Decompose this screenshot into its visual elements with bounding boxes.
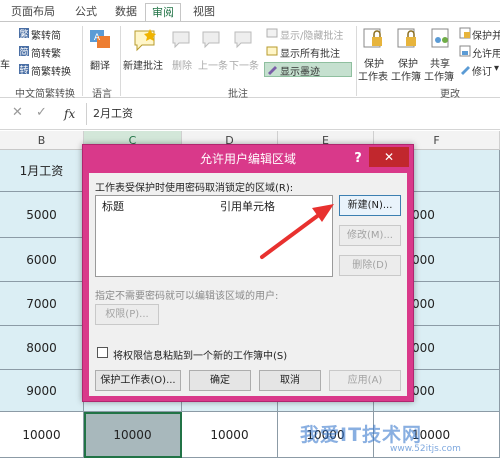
to-traditional-button[interactable]: 简转繁 xyxy=(31,45,61,60)
protect-sheet-label-2[interactable]: 工作表 xyxy=(358,68,388,83)
unlocked-ranges-label: 工作表受保护时使用密码取消锁定的区域(R): xyxy=(95,183,294,194)
show-hide-comment-button[interactable]: 显示/隐藏批注 xyxy=(280,27,343,42)
cancel-button[interactable]: 取消 xyxy=(259,370,321,391)
allow-edit-button[interactable]: 允许用 xyxy=(472,45,500,60)
ranges-listbox[interactable]: 标题 引用单元格 xyxy=(95,195,333,277)
cell-d-7[interactable]: 10000 xyxy=(182,412,278,458)
track-dropdown-icon[interactable]: ▾ xyxy=(494,63,499,74)
svg-text:A: A xyxy=(94,33,101,43)
convert-icon: 转 xyxy=(19,64,29,75)
cell-b-4[interactable]: 7000 xyxy=(0,282,84,326)
track-changes-button[interactable]: 修订 xyxy=(472,63,492,78)
simplified-convert-icon: 繁 xyxy=(19,28,29,39)
prev-comment-icon xyxy=(202,31,220,49)
column-header-b[interactable]: B xyxy=(0,131,84,150)
delete-comment-button[interactable]: 删除 xyxy=(172,57,192,72)
ribbon-separator xyxy=(82,26,83,96)
prev-comment-button[interactable]: 上一条 xyxy=(198,57,228,72)
share-workbook-label-2[interactable]: 工作簿 xyxy=(424,68,454,83)
watermark-text: 我爱IT技术网 xyxy=(300,424,423,446)
watermark-url: www.52itjs.com xyxy=(390,444,461,454)
show-hide-comment-icon xyxy=(266,28,278,38)
cancel-entry-icon[interactable]: ✕ xyxy=(12,105,23,120)
no-password-users-label: 指定不需要密码就可以编辑该区域的用户: xyxy=(95,291,279,302)
cell-b-7[interactable]: 10000 xyxy=(0,412,84,458)
tab-review[interactable]: 审阅 xyxy=(145,3,181,21)
insert-function-icon[interactable]: fx xyxy=(64,107,75,121)
cell-c-7[interactable]: 10000 xyxy=(84,412,182,458)
formula-bar: ✕ ✓ fx 2月工资 xyxy=(0,99,500,130)
group-label-comments: 批注 xyxy=(228,89,248,100)
to-simplified-button[interactable]: 繁转简 xyxy=(31,27,61,42)
cell-b-5[interactable]: 8000 xyxy=(0,326,84,370)
help-icon[interactable]: ? xyxy=(351,150,365,168)
show-all-comments-button[interactable]: 显示所有批注 xyxy=(280,45,340,60)
delete-range-button[interactable]: 删除(D) xyxy=(339,255,401,276)
tab-page-layout[interactable]: 页面布局 xyxy=(4,3,62,21)
tab-formulas[interactable]: 公式 xyxy=(68,3,104,21)
allow-edit-ranges-dialog: 允许用户编辑区域 ? ✕ 工作表受保护时使用密码取消锁定的区域(R): 标题 引… xyxy=(82,144,414,402)
show-all-comments-icon xyxy=(266,46,278,56)
cell-b-2[interactable]: 5000 xyxy=(0,192,84,238)
protect-workbook-icon[interactable] xyxy=(396,27,418,49)
ribbon-separator xyxy=(120,26,121,96)
ribbon: 车 繁 繁转简 简 简转繁 转 简繁转换 中文简繁转换 A 翻译 语言 新建批注… xyxy=(0,21,500,100)
allow-edit-icon xyxy=(459,45,471,57)
protect-sheet-button[interactable]: 保护工作表(O)... xyxy=(95,370,181,391)
protect-workbook-label-2[interactable]: 工作簿 xyxy=(391,68,421,83)
new-range-button[interactable]: 新建(N)... xyxy=(339,195,401,216)
svg-text:繁: 繁 xyxy=(19,28,28,39)
new-comment-button[interactable]: 新建批注 xyxy=(123,57,163,72)
protect-share-button[interactable]: 保护并 xyxy=(472,27,500,42)
tab-data[interactable]: 数据 xyxy=(108,3,144,21)
svg-text:转: 转 xyxy=(19,64,28,75)
protect-sheet-icon[interactable] xyxy=(362,27,384,49)
paste-permissions-checkbox[interactable] xyxy=(97,347,108,358)
ok-button[interactable]: 确定 xyxy=(189,370,251,391)
next-comment-button[interactable]: 下一条 xyxy=(229,57,259,72)
confirm-entry-icon[interactable]: ✓ xyxy=(36,105,47,120)
close-button[interactable]: ✕ xyxy=(369,147,409,167)
group-label-language: 语言 xyxy=(92,89,112,100)
tab-view[interactable]: 视图 xyxy=(186,3,222,21)
cell-b-1[interactable]: 1月工资 xyxy=(0,150,84,192)
next-comment-icon xyxy=(234,31,252,49)
svg-text:简: 简 xyxy=(19,46,28,57)
cell-b-3[interactable]: 6000 xyxy=(0,238,84,282)
convert-button[interactable]: 简繁转换 xyxy=(31,63,71,78)
new-comment-icon[interactable] xyxy=(132,27,158,53)
ribbon-partial-label: 车 xyxy=(0,60,10,71)
traditional-convert-icon: 简 xyxy=(19,46,29,57)
group-label-chinese: 中文简繁转换 xyxy=(15,89,75,100)
translate-button[interactable]: 翻译 xyxy=(90,57,110,72)
formula-input[interactable]: 2月工资 xyxy=(86,103,496,125)
group-label-changes: 更改 xyxy=(440,89,460,100)
protect-share-icon xyxy=(459,27,471,39)
apply-button[interactable]: 应用(A) xyxy=(329,370,401,391)
show-ink-button[interactable]: 显示墨迹 xyxy=(280,63,320,78)
delete-comment-icon xyxy=(172,31,190,49)
pen-icon xyxy=(268,66,277,75)
translate-icon[interactable]: A xyxy=(88,27,112,51)
dialog-body: 工作表受保护时使用密码取消锁定的区域(R): 标题 引用单元格 新建(N)...… xyxy=(89,173,407,396)
list-header-title[interactable]: 标题 xyxy=(102,198,124,214)
cell-b-6[interactable]: 9000 xyxy=(0,370,84,412)
ribbon-separator xyxy=(356,26,357,96)
paste-permissions-label: 将权限信息粘贴到一个新的工作簿中(S) xyxy=(113,351,288,362)
share-workbook-icon[interactable] xyxy=(430,27,452,49)
permissions-button[interactable]: 权限(P)... xyxy=(95,304,159,325)
modify-range-button[interactable]: 修改(M)... xyxy=(339,225,401,246)
ribbon-tabbar: 页面布局 公式 数据 审阅 视图 xyxy=(0,0,500,22)
track-changes-icon xyxy=(461,66,470,75)
list-header-ref[interactable]: 引用单元格 xyxy=(220,198,275,214)
